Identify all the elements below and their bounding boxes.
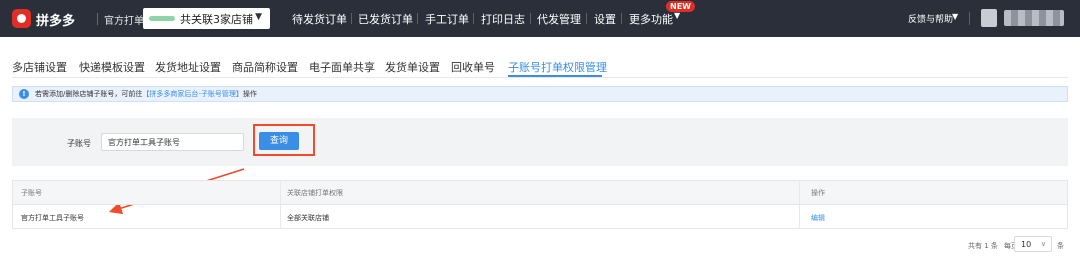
brand-name: 拼多多 — [36, 14, 76, 29]
nav-settings[interactable]: 设置 — [594, 11, 616, 27]
info-icon: ! — [19, 89, 29, 99]
sub-account-label: 子账号 — [67, 139, 91, 148]
help-feedback-menu[interactable]: 反馈与帮助 — [908, 12, 953, 25]
cell-permissions: 全部关联店铺 — [287, 214, 329, 222]
tabs-divider — [12, 77, 1068, 78]
cell-sub-account: 官方打单工具子账号 — [21, 214, 84, 222]
sub-account-input[interactable] — [101, 133, 244, 151]
table-header-row — [13, 181, 1067, 205]
sub-account-table: 子账号 关联店铺打单权限 操作 官方打单工具子账号 全部关联店铺 编辑 — [12, 180, 1068, 229]
column-divider — [280, 181, 281, 228]
nav-shipped-orders[interactable]: 已发货订单 — [358, 11, 413, 27]
shop-selector-value: 共关联3家店铺 — [180, 13, 253, 26]
new-badge: NEW — [666, 1, 695, 12]
tab-sub-account-permissions[interactable]: 子账号打单权限管理 — [508, 59, 607, 75]
chevron-down-icon: ▼ — [952, 12, 959, 21]
pinduoduo-logo-icon — [12, 9, 31, 28]
column-header-sub-account: 子账号 — [21, 189, 42, 197]
nav-pending-orders[interactable]: 待发货订单 — [292, 11, 347, 27]
nav-divider — [417, 13, 418, 24]
notice-text-after: 操作 — [242, 90, 257, 98]
pagination-total: 共有 1 条 — [968, 242, 998, 250]
nav-divider — [586, 13, 587, 24]
chevron-down-icon: ▼ — [255, 12, 262, 22]
topbar-divider — [969, 12, 970, 25]
user-account-blurred[interactable] — [1004, 10, 1064, 26]
column-divider — [799, 181, 800, 228]
page-size-value: 10 — [1021, 240, 1032, 249]
nav-more-features[interactable]: 更多功能 — [629, 11, 673, 27]
tab-recycle-tracking-number[interactable]: 回收单号 — [451, 59, 495, 75]
tab-product-short-name-settings[interactable]: 商品简称设置 — [232, 59, 298, 75]
shop-selector[interactable]: 共关联3家店铺 ▼ — [143, 8, 270, 29]
brand-subtitle: 官方打单 — [104, 16, 144, 27]
shop-logo-icon — [149, 16, 175, 21]
nav-manual-orders[interactable]: 手工订单 — [425, 11, 469, 27]
notice-text-before: 若需添加/删除店铺子账号，可前往 — [35, 90, 143, 98]
avatar[interactable] — [981, 9, 997, 27]
nav-divider — [621, 13, 622, 24]
nav-divider — [473, 13, 474, 24]
info-notice: ! 若需添加/删除店铺子账号，可前往【拼多多商家后台-子账号管理】操作 — [12, 86, 1068, 102]
column-header-permissions: 关联店铺打单权限 — [287, 189, 343, 197]
column-header-actions: 操作 — [811, 189, 825, 197]
sub-account-management-link[interactable]: 【拼多多商家后台-子账号管理】 — [142, 90, 243, 98]
nav-dropship-management[interactable]: 代发管理 — [537, 11, 581, 27]
notice-text: 若需添加/删除店铺子账号，可前往【拼多多商家后台-子账号管理】操作 — [35, 89, 257, 99]
tab-invoice-settings[interactable]: 发货单设置 — [385, 59, 440, 75]
brand-divider — [97, 13, 98, 25]
tab-ship-address-settings[interactable]: 发货地址设置 — [155, 59, 221, 75]
tab-waybill-sharing[interactable]: 电子面单共享 — [309, 59, 375, 75]
nav-print-log[interactable]: 打印日志 — [481, 11, 525, 27]
tab-multi-store-settings[interactable]: 多店铺设置 — [12, 59, 67, 75]
chevron-down-icon: ▼ — [674, 11, 681, 20]
tab-express-template-settings[interactable]: 快递模板设置 — [79, 59, 145, 75]
pagination-unit: 条 — [1057, 242, 1064, 250]
nav-divider — [530, 13, 531, 24]
chevron-down-icon: ∨ — [1040, 240, 1046, 248]
page-size-select[interactable]: 10 ∨ — [1014, 236, 1052, 252]
nav-divider — [351, 13, 352, 24]
edit-link[interactable]: 编辑 — [811, 213, 825, 223]
top-navigation-bar: 拼多多 官方打单 共关联3家店铺 ▼ 待发货订单 已发货订单 手工订单 打印日志… — [0, 0, 1080, 37]
annotation-highlight-box — [253, 124, 315, 156]
